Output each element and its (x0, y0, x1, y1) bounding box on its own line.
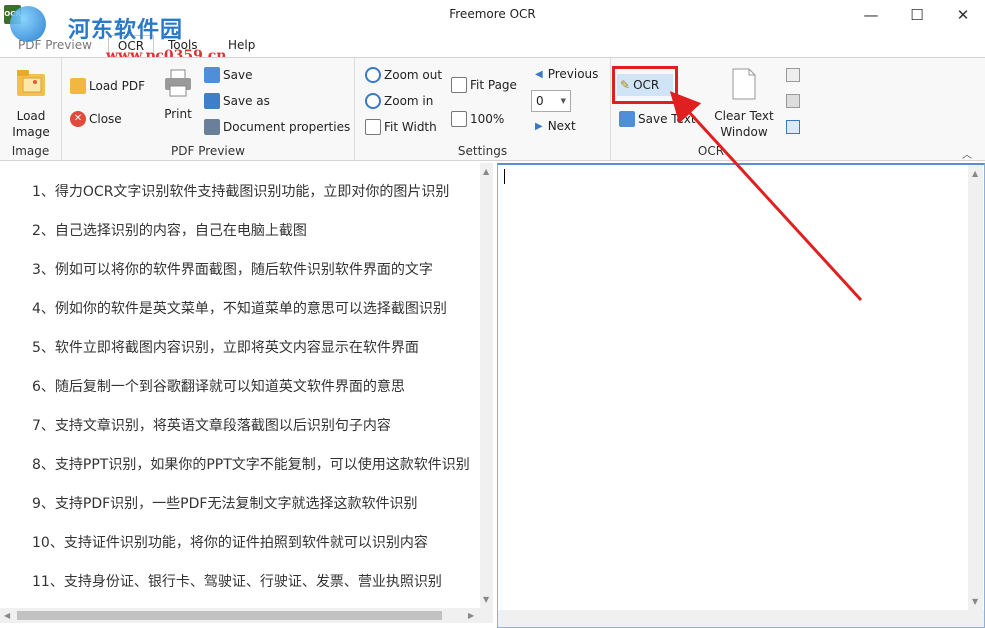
list-item: 11、支持身份证、银行卡、驾驶证、行驶证、发票、营业执照识别 (32, 574, 442, 590)
save-label: Save (223, 68, 253, 82)
ocr-group-label: OCR (697, 144, 725, 158)
load-pdf-label: Load PDF (89, 79, 145, 93)
right-vertical-scrollbar[interactable]: ▲ ▼ (968, 165, 983, 610)
previous-arrow-icon: ◀ (535, 68, 543, 80)
next-label: Next (547, 119, 576, 133)
folder-image-icon (17, 70, 45, 96)
actual-size-icon (451, 111, 467, 127)
previous-page-button[interactable]: ◀ Previous (535, 67, 598, 81)
next-arrow-icon: ▶ (535, 120, 543, 132)
fit-width-button[interactable]: Fit Width (365, 119, 437, 135)
zoom-100-label: 100% (470, 112, 505, 126)
blank-page-icon (732, 68, 756, 100)
close-pdf-button[interactable]: ✕ Close (70, 111, 122, 127)
document-properties-button[interactable]: Document properties (204, 119, 350, 135)
previous-label: Previous (547, 67, 599, 81)
printer-icon (165, 69, 191, 97)
save-as-button[interactable]: Save as (204, 93, 270, 109)
save-as-label: Save as (223, 94, 270, 108)
maximize-button[interactable]: ☐ (894, 0, 940, 30)
load-pdf-button[interactable]: Load PDF (70, 78, 145, 94)
close-pdf-label: Close (89, 112, 122, 126)
fit-width-label: Fit Width (384, 120, 437, 134)
list-item: 3、例如可以将你的软件界面截图，随后软件识别软件界面的文字 (32, 262, 433, 278)
save-text-label: Save Text (638, 112, 696, 126)
zoom-out-button[interactable]: Zoom out (365, 67, 442, 83)
close-window-button[interactable]: ✕ (940, 0, 985, 30)
scroll-down-icon[interactable]: ▼ (972, 597, 978, 606)
zoom-out-label: Zoom out (384, 68, 443, 82)
scroll-up-icon[interactable]: ▲ (972, 169, 978, 178)
save-as-icon (204, 93, 220, 109)
left-horizontal-scroll-thumb[interactable] (17, 611, 442, 620)
scroll-left-icon[interactable]: ◀ (4, 611, 10, 620)
pdf-preview-group: Load PDF ✕ Close Print Save Save as Docu… (62, 58, 355, 161)
list-item: 6、随后复制一个到谷歌翻译就可以知道英文软件界面的意思 (32, 379, 405, 395)
list-item: 5、软件立即将截图内容识别，立即将英文内容显示在软件界面 (32, 340, 419, 356)
list-item: 4、例如你的软件是英文菜单，不知道菜单的意思可以选择截图识别 (32, 301, 447, 317)
list-item: 1、得力OCR文字识别软件支持截图识别功能，立即对你的图片识别 (32, 184, 450, 200)
fit-page-icon (451, 77, 467, 93)
fit-page-button[interactable]: Fit Page (451, 77, 517, 93)
left-horizontal-scrollbar[interactable]: ◀ ▶ (0, 608, 493, 623)
watermark: 河东软件园 www.pc0359.cn (10, 2, 226, 64)
zoom-in-button[interactable]: Zoom in (365, 93, 433, 109)
list-item: 10、支持证件识别功能，将你的证件拍照到软件就可以识别内容 (32, 535, 428, 551)
print-label: Print (164, 107, 192, 121)
zoom-out-icon (365, 67, 381, 83)
page-number-select[interactable]: 0 ▼ (531, 90, 571, 112)
copy-icon[interactable] (786, 94, 800, 108)
left-vertical-scrollbar[interactable]: ▲ ▼ (480, 163, 493, 608)
save-icon (204, 67, 220, 83)
close-icon: ✕ (70, 111, 86, 127)
clear-text-window-button[interactable]: Clear Text Window (711, 68, 777, 140)
document-properties-label: Document properties (223, 120, 351, 134)
print-button[interactable]: Print (158, 68, 198, 122)
chevron-down-icon: ▼ (560, 97, 566, 105)
select-all-icon[interactable] (786, 68, 800, 82)
save-text-icon (619, 111, 635, 127)
preview-text-list: 1、得力OCR文字识别软件支持截图识别功能，立即对你的图片识别 2、自己选择识别… (32, 181, 470, 610)
ocr-highlight-box (612, 66, 678, 104)
page-number-value: 0 (536, 94, 544, 108)
zoom-100-button[interactable]: 100% (451, 111, 504, 127)
export-icon[interactable] (786, 120, 800, 134)
collapse-ribbon-icon[interactable]: ︿ (962, 146, 972, 161)
list-item: 2、自己选择识别的内容，自己在电脑上截图 (32, 223, 307, 239)
fit-page-label: Fit Page (470, 78, 517, 92)
pdf-preview-panel: 1、得力OCR文字识别软件支持截图识别功能，立即对你的图片识别 2、自己选择识别… (0, 163, 493, 628)
save-text-button[interactable]: Save Text (619, 111, 696, 127)
list-item: 9、支持PDF识别，一些PDF无法复制文字就选择这款软件识别 (32, 496, 418, 512)
zoom-in-label: Zoom in (384, 94, 434, 108)
watermark-site-name: 河东软件园 (68, 17, 184, 43)
ocr-text-window[interactable]: ▲ ▼ (497, 163, 985, 628)
list-item: 7、支持文章识别，将英语文章段落截图以后识别句子内容 (32, 418, 391, 434)
clear-text-window-label: Clear Text Window (714, 109, 774, 139)
ribbon: Load Image Image Load PDF ✕ Close Print … (0, 57, 985, 161)
settings-group-label: Settings (457, 144, 508, 158)
load-image-label: Load Image (12, 109, 50, 139)
watermark-logo-icon (10, 6, 46, 42)
text-caret (504, 169, 505, 184)
next-page-button[interactable]: ▶ Next (535, 119, 576, 133)
list-item: 8、支持PPT识别，如果你的PPT文字不能复制，可以使用这款软件识别 (32, 457, 470, 473)
save-button[interactable]: Save (204, 67, 252, 83)
scroll-up-icon[interactable]: ▲ (483, 167, 489, 176)
pdf-preview-group-label: PDF Preview (171, 144, 245, 158)
scroll-right-icon[interactable]: ▶ (468, 611, 474, 620)
image-group-label: Image (11, 144, 50, 158)
image-group: Load Image Image (0, 58, 62, 161)
zoom-in-icon (365, 93, 381, 109)
document-properties-icon (204, 119, 220, 135)
scroll-down-icon[interactable]: ▼ (483, 595, 489, 604)
minimize-button[interactable]: — (848, 0, 894, 30)
settings-group: Zoom out Zoom in Fit Width Fit Page 100%… (355, 58, 611, 161)
tab-help[interactable]: Help (228, 38, 255, 52)
folder-icon (70, 78, 86, 94)
load-image-button[interactable]: Load Image (6, 66, 56, 140)
right-horizontal-scrollbar[interactable] (498, 610, 984, 627)
fit-width-icon (365, 119, 381, 135)
